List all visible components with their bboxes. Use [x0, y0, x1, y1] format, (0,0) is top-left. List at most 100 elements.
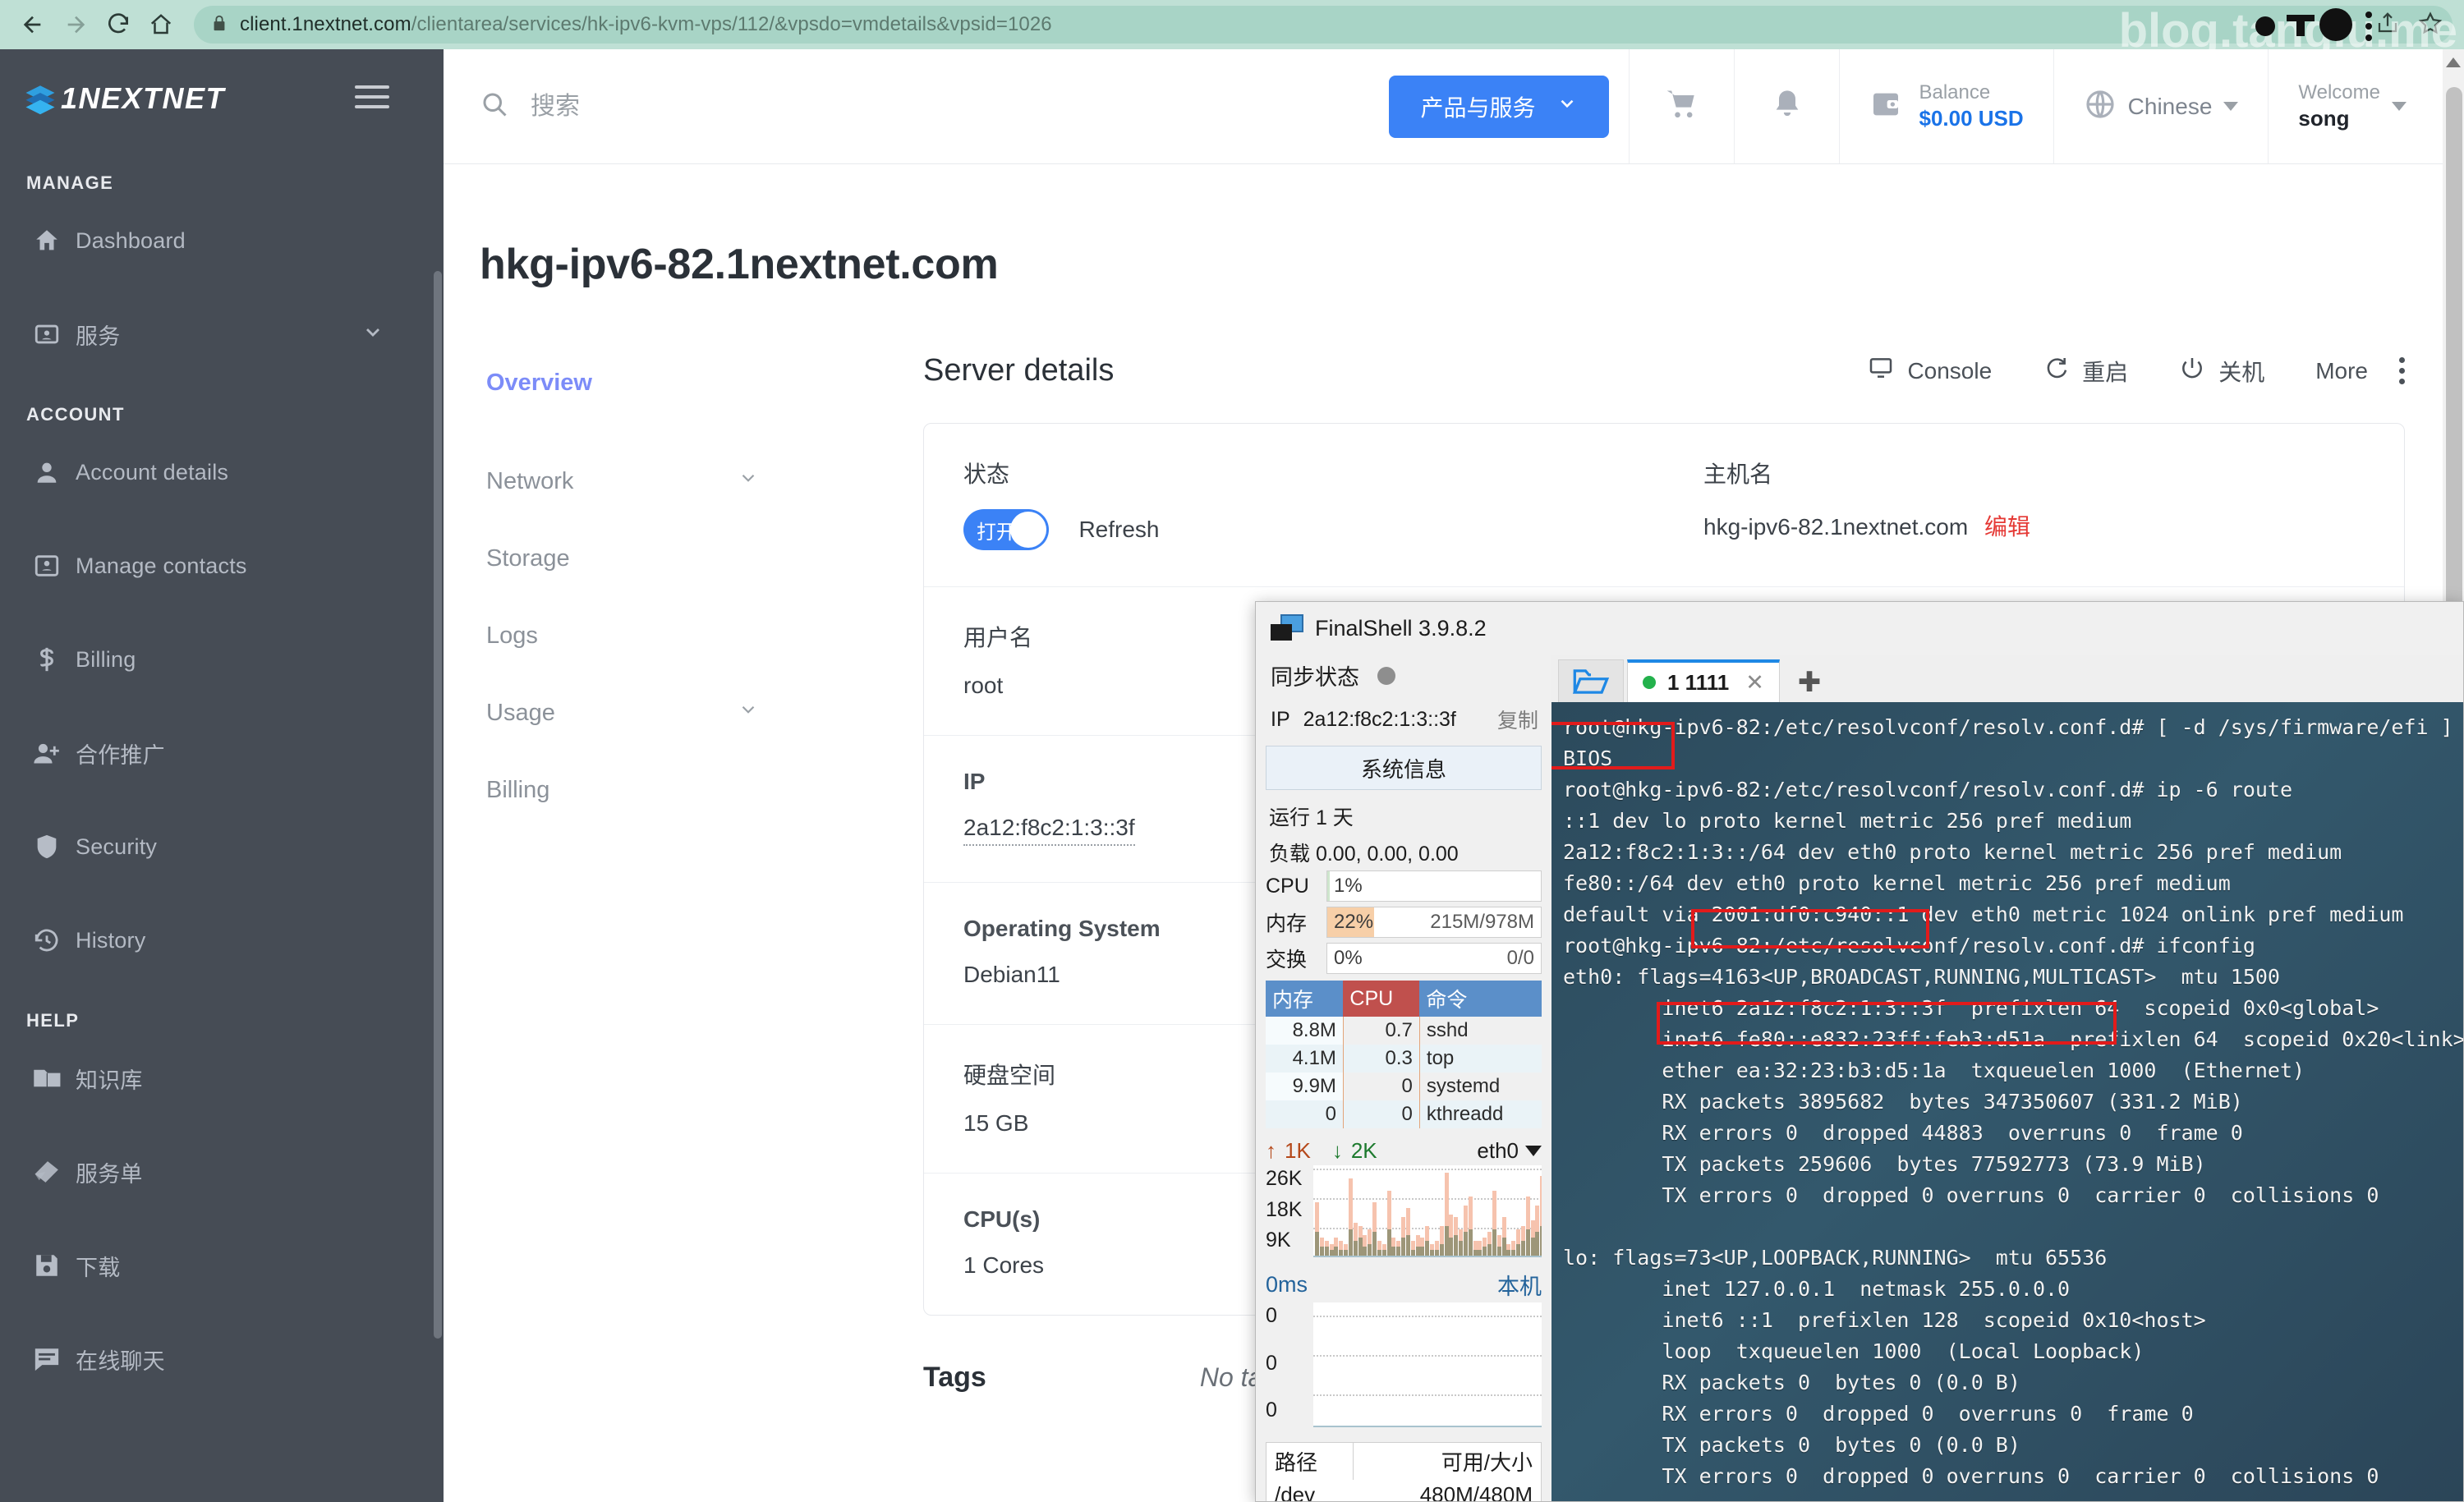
- console-button[interactable]: Console: [1868, 355, 1992, 387]
- reload-icon: [105, 11, 131, 38]
- refresh-button[interactable]: Refresh: [1078, 517, 1159, 542]
- sidebar-item-downloads[interactable]: 下载: [0, 1219, 444, 1312]
- chevron-down-icon: [2392, 102, 2407, 111]
- table-row[interactable]: 0 0 kthreadd: [1266, 1100, 1542, 1128]
- terminal-line: inet6 2a12:f8c2:1:3::3f prefixlen 64 sco…: [1563, 993, 2464, 1024]
- table-row[interactable]: 4.1M 0.3 top: [1266, 1045, 1542, 1073]
- terminal-line: BIOS: [1563, 743, 2464, 774]
- sidebar-item-knowledgebase[interactable]: 知识库: [0, 1031, 444, 1125]
- hostname-label: 主机名: [1703, 457, 2365, 489]
- dollar-icon: [33, 645, 76, 673]
- memory-meter-detail: 215M/978M: [1430, 911, 1534, 934]
- chart-bar-download: [1411, 1250, 1415, 1256]
- restart-button[interactable]: 重启: [2043, 355, 2128, 388]
- tick-label: 18K: [1266, 1198, 1313, 1222]
- shutdown-label: 关机: [2218, 355, 2264, 388]
- home-button[interactable]: [140, 3, 182, 46]
- back-arrow-icon: [20, 11, 46, 38]
- tab-label: Usage: [486, 700, 555, 727]
- sidebar-item-account-details[interactable]: Account details: [0, 425, 444, 519]
- system-info-button[interactable]: 系统信息: [1266, 746, 1542, 790]
- ip-value: 2a12:f8c2:1:3::3f: [1303, 708, 1497, 732]
- sidebar-item-affiliate[interactable]: 合作推广: [0, 706, 444, 800]
- shutdown-button[interactable]: 关机: [2179, 355, 2264, 388]
- tab-billing[interactable]: Billing: [480, 760, 923, 820]
- cart-button[interactable]: [1629, 49, 1734, 163]
- table-row[interactable]: /dev 480M/480M: [1266, 1480, 1541, 1502]
- search-area[interactable]: [444, 49, 1389, 163]
- sidebar-item-billing[interactable]: Billing: [0, 613, 444, 706]
- copy-button[interactable]: 复制: [1497, 705, 1538, 734]
- hostname-cell: 主机名 hkg-ipv6-82.1nextnet.com 编辑: [1664, 424, 2404, 586]
- share-icon[interactable]: [2375, 11, 2400, 39]
- tab-storage[interactable]: Storage: [480, 529, 923, 588]
- user-menu[interactable]: Welcome song: [2268, 49, 2464, 163]
- sidebar-item-security[interactable]: Security: [0, 800, 444, 893]
- terminal-output[interactable]: root@hkg-ipv6-82:/etc/resolvconf/resolv.…: [1551, 702, 2464, 1502]
- sidebar-item-label: Security: [76, 834, 157, 860]
- reload-button[interactable]: [97, 3, 140, 46]
- balance-value: $0.00 USD: [1919, 105, 2023, 132]
- scroll-up-arrow-icon[interactable]: [2446, 57, 2461, 67]
- tab-network[interactable]: Network: [480, 452, 923, 511]
- ip-value[interactable]: 2a12:f8c2:1:3::3f: [963, 815, 1135, 846]
- chart-bar-download: [1478, 1250, 1482, 1256]
- globe-icon: [2084, 88, 2117, 125]
- balance-display[interactable]: Balance $0.00 USD: [1839, 49, 2053, 163]
- sidebar-item-history[interactable]: History: [0, 893, 444, 987]
- terminal-line: RX packets 3895682 bytes 347350607 (331.…: [1563, 1086, 2464, 1118]
- forward-button[interactable]: [54, 3, 97, 46]
- sidebar-item-services[interactable]: 服务: [0, 287, 444, 381]
- chart-bar-download: [1531, 1238, 1535, 1256]
- close-icon[interactable]: ✕: [1745, 670, 1764, 696]
- table-row[interactable]: 9.9M 0 systemd: [1266, 1073, 1542, 1100]
- proc-cpu: 0.3: [1343, 1045, 1419, 1073]
- search-input[interactable]: [531, 93, 1056, 121]
- sidebar-scrollbar[interactable]: [434, 271, 442, 1339]
- star-icon[interactable]: [2418, 11, 2443, 39]
- finalshell-title-bar[interactable]: FinalShell 3.9.8.2: [1256, 602, 2463, 655]
- process-table-header: 内存 CPU 命令: [1266, 981, 1542, 1017]
- finalshell-window[interactable]: FinalShell 3.9.8.2 同步状态 IP 2a12:f8c2:1:3…: [1255, 601, 2464, 1502]
- tab-logs[interactable]: Logs: [480, 606, 923, 665]
- chart-bar-download: [1440, 1244, 1444, 1256]
- brand-name: 1NEXTNET: [61, 81, 225, 116]
- chart-bar-download: [1459, 1241, 1463, 1256]
- kebab-menu-icon[interactable]: [2399, 357, 2405, 384]
- power-toggle[interactable]: 打开: [963, 509, 1049, 550]
- table-row[interactable]: 8.8M 0.7 sshd: [1266, 1017, 1542, 1045]
- terminal-line: root@hkg-ipv6-82:/etc/resolvconf/resolv.…: [1563, 712, 2464, 743]
- sidebar-item-dashboard[interactable]: Dashboard: [0, 194, 444, 287]
- col-memory[interactable]: 内存: [1266, 981, 1343, 1017]
- sidebar-item-tickets[interactable]: 服务单: [0, 1125, 444, 1219]
- sidebar-toggle-icon[interactable]: [355, 85, 389, 110]
- tab-usage[interactable]: Usage: [480, 683, 923, 742]
- chart-bar-download: [1521, 1241, 1525, 1256]
- sidebar-section-account: ACCOUNT: [0, 404, 444, 425]
- col-command[interactable]: 命令: [1419, 981, 1542, 1017]
- col-cpu[interactable]: CPU: [1343, 981, 1419, 1017]
- open-folder-icon[interactable]: [1558, 659, 1624, 702]
- chart-bar-download: [1406, 1235, 1410, 1256]
- sidebar-item-manage-contacts[interactable]: Manage contacts: [0, 519, 444, 613]
- interface-selector[interactable]: eth0: [1477, 1138, 1542, 1164]
- terminal-tab[interactable]: 1 1111 ✕: [1627, 659, 1780, 702]
- hostname-edit-link[interactable]: 编辑: [1984, 514, 2030, 540]
- memory-meter-label: 内存: [1266, 907, 1326, 937]
- memory-meter-value: 22%: [1327, 911, 1373, 934]
- terminal-line: eth0: flags=4163<UP,BROADCAST,RUNNING,MU…: [1563, 962, 2464, 993]
- address-bar[interactable]: client.1nextnet.com/clientarea/services/…: [194, 6, 2453, 44]
- back-button[interactable]: [11, 3, 54, 46]
- sidebar-item-label: Billing: [76, 647, 136, 673]
- chart-bar-download: [1401, 1238, 1405, 1256]
- language-selector[interactable]: Chinese: [2053, 49, 2269, 163]
- notifications-button[interactable]: [1734, 49, 1839, 163]
- tab-overview[interactable]: Overview: [480, 353, 923, 412]
- products-and-services-button[interactable]: 产品与服务: [1389, 76, 1609, 138]
- terminal-line: lo: flags=73<UP,LOOPBACK,RUNNING> mtu 65…: [1563, 1242, 2464, 1274]
- chart-bar-download: [1420, 1247, 1424, 1256]
- sidebar-item-label: 在线聊天: [76, 1344, 165, 1376]
- plus-icon[interactable]: ✚: [1798, 666, 1822, 702]
- sidebar-item-livechat[interactable]: 在线聊天: [0, 1312, 444, 1406]
- more-button[interactable]: More: [2315, 358, 2368, 384]
